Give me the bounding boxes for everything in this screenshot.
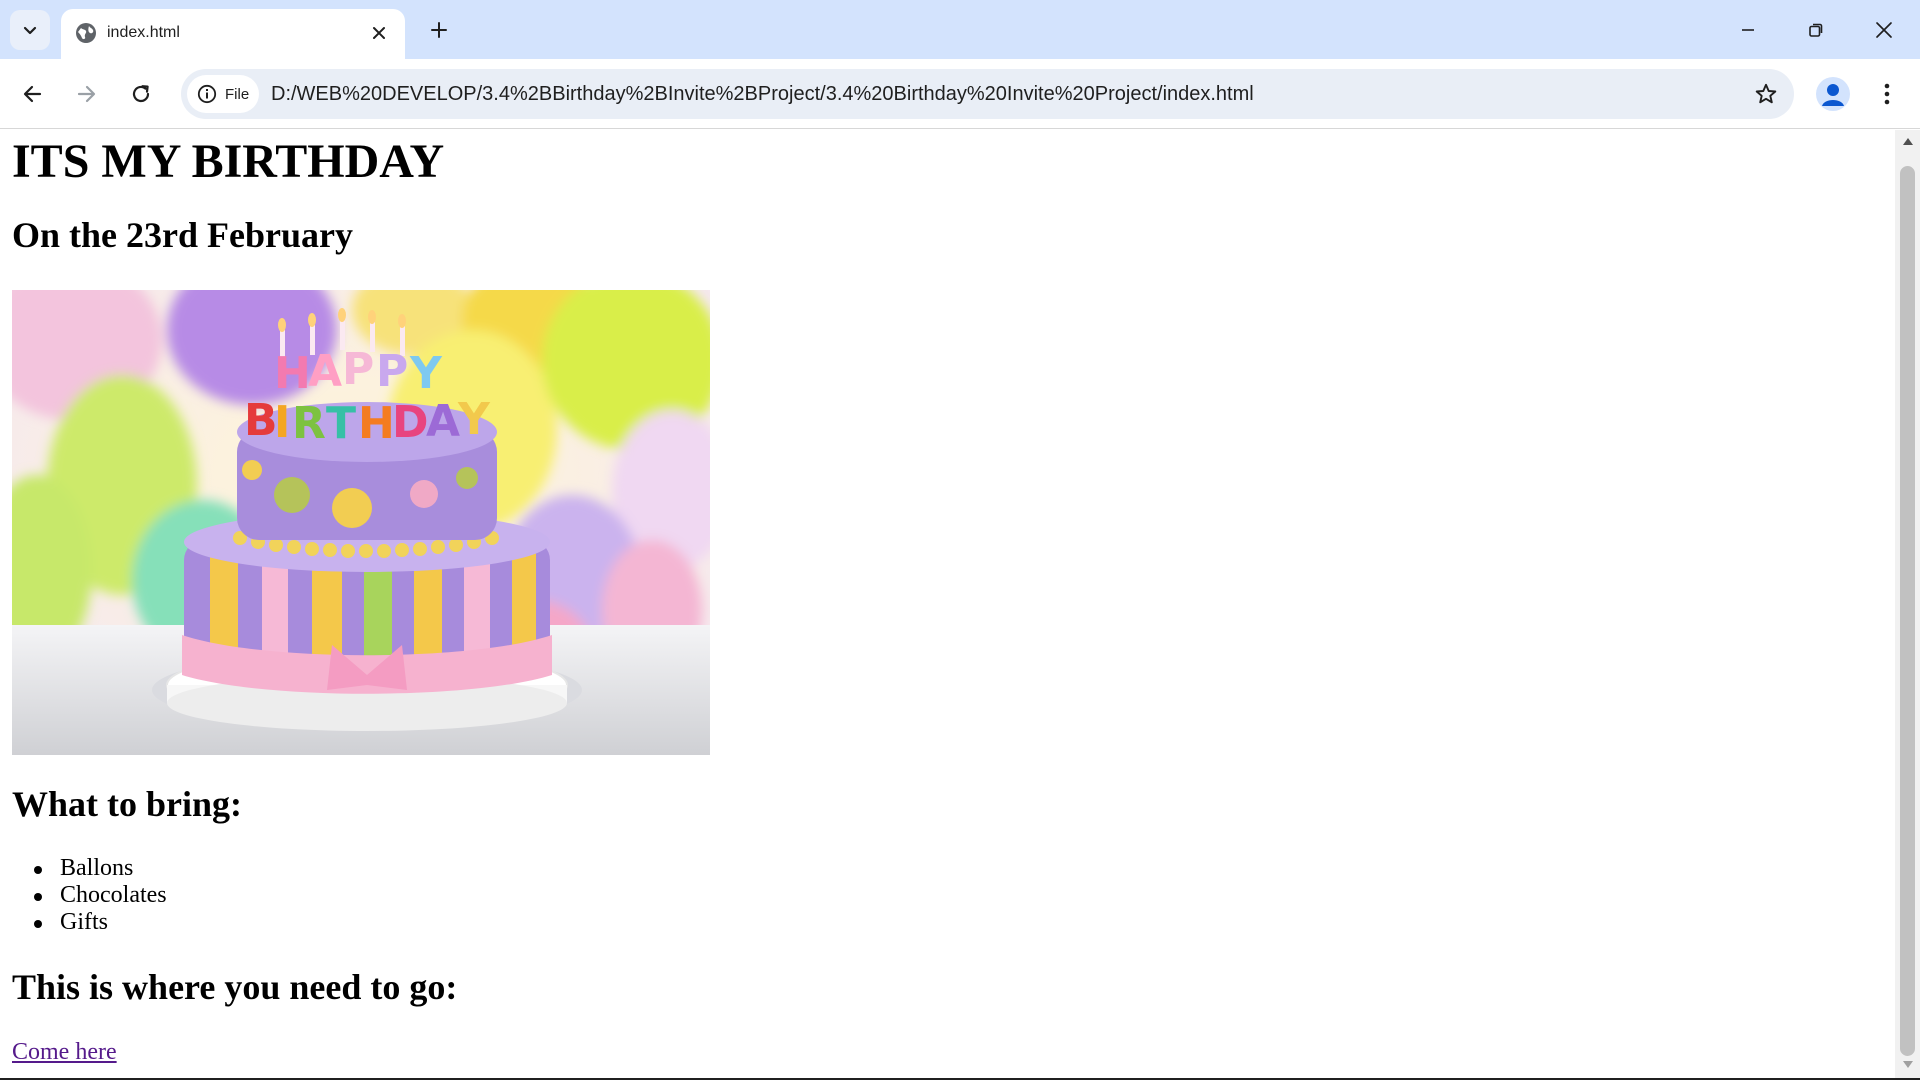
page-scrollbar[interactable] (1895, 130, 1920, 1078)
profile-button[interactable] (1816, 77, 1850, 111)
list-item: Chocolates (34, 882, 167, 908)
browser-toolbar: File D:/WEB%20DEVELOP/3.4%2BBirthday%2BI… (0, 59, 1920, 129)
svg-text:P: P (376, 346, 408, 397)
cake-illustration: H A P P Y B I R T H D A Y (12, 290, 710, 755)
birthday-cake-image: H A P P Y B I R T H D A Y (12, 290, 710, 755)
svg-text:P: P (342, 344, 374, 395)
avatar-icon (1822, 84, 1844, 106)
list-item: Gifts (34, 909, 167, 936)
close-icon (373, 27, 385, 39)
close-window-button[interactable] (1856, 8, 1912, 52)
tab-title: index.html (107, 24, 180, 41)
new-tab-button[interactable] (423, 14, 455, 46)
triangle-up-icon (1902, 138, 1913, 145)
restore-button[interactable] (1788, 8, 1844, 52)
minimize-button[interactable] (1720, 8, 1776, 52)
svg-text:H: H (358, 398, 395, 449)
svg-text:T: T (326, 398, 356, 449)
back-button[interactable] (13, 74, 53, 114)
minimize-icon (1742, 29, 1754, 31)
page-title: ITS MY BIRTHDAY (12, 135, 445, 188)
location-heading: This is where you need to go: (12, 967, 458, 1007)
scroll-up-button[interactable] (1895, 136, 1920, 150)
svg-text:R: R (292, 398, 326, 449)
list-item: Ballons (34, 855, 167, 882)
site-info-chip[interactable]: File (187, 75, 259, 113)
bring-heading: What to bring: (12, 784, 243, 824)
browser-menu-button[interactable] (1870, 77, 1904, 111)
plus-icon (431, 22, 447, 38)
svg-text:I: I (274, 397, 290, 448)
restore-icon (1809, 23, 1823, 37)
page-viewport: ITS MY BIRTHDAY On the 23rd February H A… (0, 130, 1895, 1078)
scrollbar-thumb[interactable] (1900, 166, 1915, 1056)
more-vertical-icon (1884, 83, 1890, 105)
chevron-down-icon (23, 26, 37, 35)
reload-icon (132, 85, 150, 103)
bring-list: Ballons Chocolates Gifts (34, 855, 167, 936)
arrow-right-icon (77, 85, 96, 103)
svg-text:B: B (244, 395, 278, 446)
tab-strip: index.html (0, 0, 1920, 59)
info-icon (197, 84, 217, 104)
arrow-left-icon (23, 85, 42, 103)
url-text[interactable]: D:/WEB%20DEVELOP/3.4%2BBirthday%2BInvite… (271, 82, 1254, 106)
svg-text:A: A (308, 346, 342, 397)
globe-icon (76, 23, 96, 43)
svg-text:H: H (274, 348, 311, 399)
scroll-down-button[interactable] (1895, 1060, 1920, 1074)
tab-close-button[interactable] (365, 19, 393, 47)
tab-active[interactable]: index.html (61, 9, 405, 59)
bookmark-button[interactable] (1752, 80, 1780, 108)
svg-text:A: A (426, 396, 460, 447)
svg-text:D: D (392, 397, 429, 448)
come-here-link[interactable]: Come here (12, 1038, 117, 1066)
forward-button[interactable] (66, 74, 106, 114)
date-heading: On the 23rd February (12, 215, 353, 255)
reload-button[interactable] (121, 74, 161, 114)
star-icon (1755, 83, 1777, 104)
site-info-label: File (225, 85, 250, 103)
address-bar[interactable]: File D:/WEB%20DEVELOP/3.4%2BBirthday%2BI… (181, 69, 1794, 119)
tab-search-button[interactable] (10, 10, 50, 50)
svg-text:Y: Y (457, 394, 491, 445)
triangle-down-icon (1902, 1061, 1913, 1068)
close-icon (1876, 22, 1892, 38)
svg-text:Y: Y (409, 348, 443, 399)
